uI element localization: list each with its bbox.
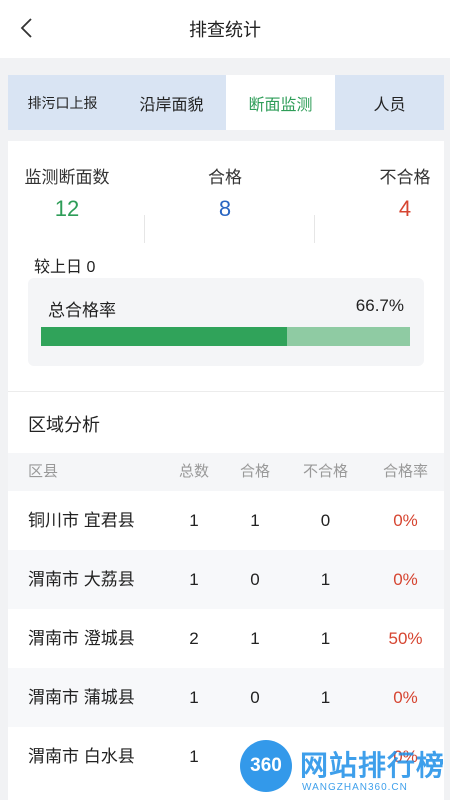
pass-rate-bar-fill: [41, 327, 288, 346]
cell-area: 渭南市 蒲城县: [28, 688, 135, 707]
header-rate: 合格率: [382, 463, 428, 480]
header-total: 总数: [178, 463, 209, 480]
stat-unqualified-label: 不合格: [379, 168, 431, 187]
cell-rate: 0%: [393, 511, 418, 530]
nav-bar: 排查统计: [0, 0, 450, 58]
stat-qualified-label: 合格: [208, 168, 242, 187]
table-row[interactable]: 渭南市 澄城县 2 1 1 50%: [8, 609, 444, 668]
cell-bad: 1: [320, 688, 331, 707]
cell-area: 铜川市 宜君县: [28, 511, 135, 530]
header-area: 区县: [28, 463, 59, 480]
stat-qualified: 合格 8: [188, 163, 262, 222]
cell-total: 1: [189, 570, 199, 589]
cell-area: 渭南市 白水县: [28, 747, 135, 766]
stats-card: 监测断面数 12 合格 8 不合格 4 较上日 0 总合格率 66.7% 区域分…: [8, 141, 444, 800]
stat-monitored-value: 12: [54, 196, 80, 221]
pass-rate-bar: [41, 327, 410, 346]
cell-rate: 0%: [393, 570, 418, 589]
table-header: 区县 总数 合格 不合格 合格率: [8, 453, 444, 491]
cell-ok: 0: [250, 570, 260, 589]
header-bad: 不合格: [302, 463, 348, 480]
stat-monitored-label: 监测断面数: [24, 168, 110, 187]
watermark-text: 网站排行榜: [300, 750, 446, 781]
cell-ok: 0: [250, 688, 260, 707]
cell-total: 1: [189, 511, 199, 530]
cell-rate: 50%: [388, 629, 423, 648]
stat-qualified-value: 8: [218, 196, 232, 221]
pass-rate-box: 总合格率 66.7%: [28, 278, 424, 366]
divider: [144, 215, 145, 243]
stat-unqualified: 不合格 4: [370, 163, 440, 222]
pass-rate-value: 66.7%: [355, 296, 404, 315]
section-divider: [8, 391, 444, 392]
cell-area: 渭南市 澄城县: [28, 629, 135, 648]
tab-section-monitoring[interactable]: 断面监测: [226, 75, 335, 130]
tab-shore-appearance[interactable]: 沿岸面貌: [117, 75, 226, 130]
cell-ok: 1: [250, 629, 260, 648]
watermark: 360 网站排行榜 WANGZHAN360.CN: [240, 738, 450, 798]
region-analysis-title: 区域分析: [28, 415, 100, 435]
stat-monitored: 监测断面数 12: [22, 163, 112, 222]
stat-unqualified-value: 4: [398, 196, 412, 221]
compare-previous-day: 较上日 0: [34, 259, 96, 276]
pass-rate-label: 总合格率: [48, 301, 116, 320]
stats-summary: 监测断面数 12 合格 8 不合格 4 较上日 0: [8, 163, 444, 276]
cell-total: 2: [189, 629, 199, 648]
divider: [314, 215, 315, 243]
cell-bad: 1: [320, 629, 331, 648]
table-row[interactable]: 渭南市 蒲城县 1 0 1 0%: [8, 668, 444, 727]
cell-total: 1: [189, 747, 199, 766]
tab-personnel[interactable]: 人员: [335, 75, 444, 130]
page-title: 排查统计: [189, 20, 261, 40]
tab-outfall-report[interactable]: 排污口上报: [8, 75, 117, 130]
tab-bar: 排污口上报 沿岸面貌 断面监测 人员: [8, 75, 444, 130]
cell-bad: 0: [320, 511, 331, 530]
cell-area: 渭南市 大荔县: [28, 570, 135, 589]
cell-total: 1: [189, 688, 199, 707]
watermark-logo-icon: 360: [240, 740, 292, 792]
table-row[interactable]: 渭南市 大荔县 1 0 1 0%: [8, 550, 444, 609]
watermark-subtext: WANGZHAN360.CN: [302, 782, 408, 793]
table-row[interactable]: 铜川市 宜君县 1 1 0 0%: [8, 491, 444, 550]
cell-bad: 1: [320, 570, 331, 589]
cell-rate: 0%: [393, 688, 418, 707]
header-ok: 合格: [239, 463, 270, 480]
cell-ok: 1: [250, 511, 260, 530]
